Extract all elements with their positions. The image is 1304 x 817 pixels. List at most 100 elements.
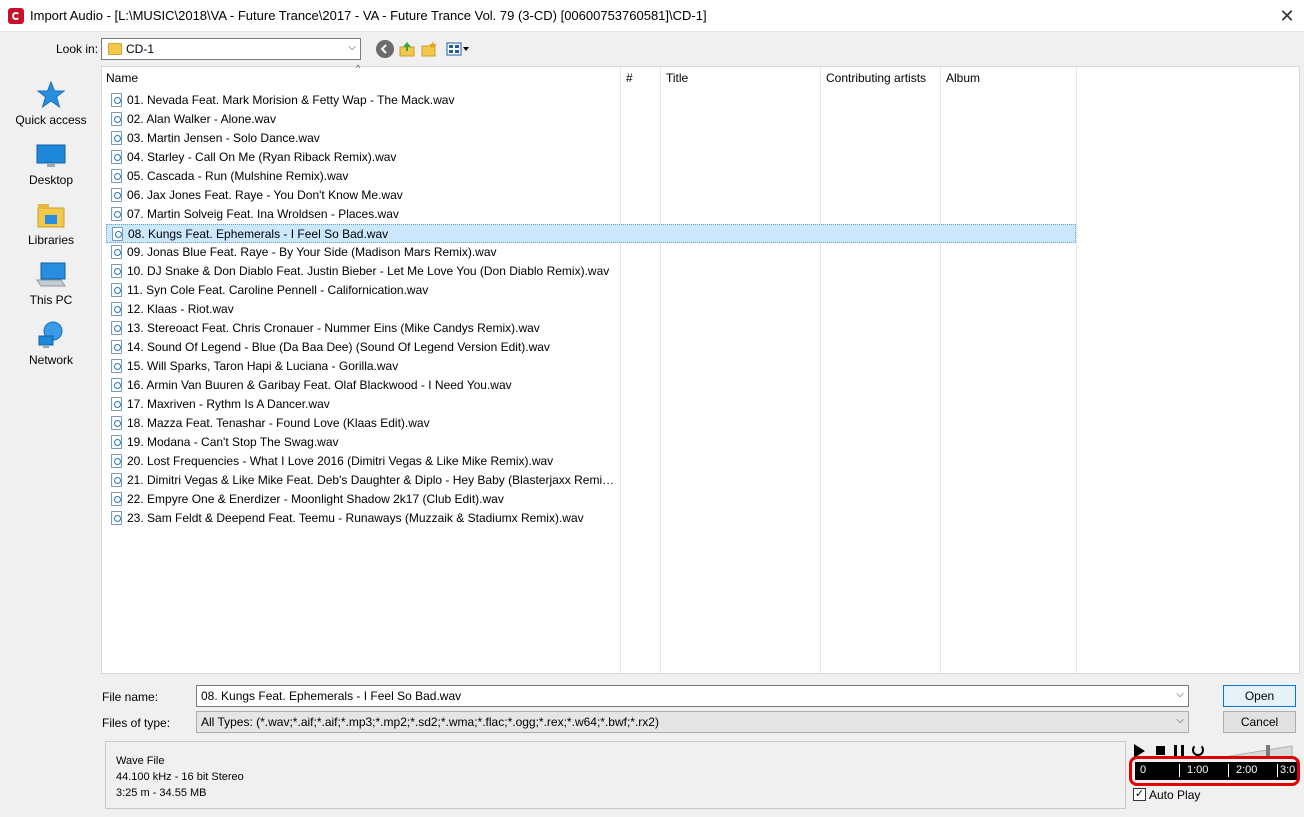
file-list[interactable]: Name ^ # Title Contributing artists Albu… (101, 63, 1300, 674)
audio-file-icon (111, 511, 122, 525)
file-row[interactable]: 07. Martin Solveig Feat. Ina Wroldsen - … (106, 205, 1076, 224)
file-name-text: 13. Stereoact Feat. Chris Cronauer - Num… (127, 321, 540, 335)
file-row[interactable]: 22. Empyre One & Enerdizer - Moonlight S… (106, 490, 1076, 509)
file-row[interactable]: 04. Starley - Call On Me (Ryan Riback Re… (106, 148, 1076, 167)
chevron-down-icon: ⌵ (1176, 715, 1184, 726)
auto-play-checkbox[interactable]: ✓ (1133, 788, 1146, 801)
up-folder-icon[interactable] (398, 40, 416, 58)
audio-file-icon (111, 492, 122, 506)
file-row[interactable]: 13. Stereoact Feat. Chris Cronauer - Num… (106, 319, 1076, 338)
file-name-text: 09. Jonas Blue Feat. Raye - By Your Side… (127, 245, 497, 259)
audio-file-icon (111, 302, 122, 316)
cancel-button[interactable]: Cancel (1223, 711, 1296, 733)
network-icon (35, 320, 67, 350)
title-bar: Import Audio - [L:\MUSIC\2018\VA - Futur… (0, 0, 1304, 32)
place-this-pc[interactable]: This PC (4, 252, 98, 312)
audio-file-icon (111, 473, 122, 487)
file-name-text: 12. Klaas - Riot.wav (127, 302, 234, 316)
view-menu-icon[interactable] (446, 40, 470, 58)
file-type-info: Wave File (116, 755, 165, 767)
file-name-text: 23. Sam Feldt & Deepend Feat. Teemu - Ru… (127, 511, 584, 525)
auto-play-label: Auto Play (1149, 788, 1201, 802)
place-quick-access[interactable]: Quick access (4, 72, 98, 132)
file-name-text: 10. DJ Snake & Don Diablo Feat. Justin B… (127, 264, 610, 278)
file-row[interactable]: 11. Syn Cole Feat. Caroline Pennell - Ca… (106, 281, 1076, 300)
file-row[interactable]: 03. Martin Jensen - Solo Dance.wav (106, 129, 1076, 148)
file-name-text: 18. Mazza Feat. Tenashar - Found Love (K… (127, 416, 430, 430)
audio-file-icon (111, 207, 122, 221)
audio-file-icon (111, 131, 122, 145)
new-folder-icon[interactable] (420, 40, 438, 58)
libraries-icon (35, 200, 67, 230)
file-row[interactable]: 16. Armin Van Buuren & Garibay Feat. Ola… (106, 376, 1076, 395)
column-header-contributing-artists[interactable]: Contributing artists (826, 71, 926, 85)
files-of-type-value: All Types: (*.wav;*.aif;*.aif;*.mp3;*.mp… (201, 715, 659, 729)
file-row[interactable]: 01. Nevada Feat. Mark Morision & Fetty W… (106, 91, 1076, 110)
file-row[interactable]: 05. Cascada - Run (Mulshine Remix).wav (106, 167, 1076, 186)
audio-file-icon (111, 169, 122, 183)
open-button[interactable]: Open (1223, 685, 1296, 707)
audio-file-icon (111, 397, 122, 411)
file-row[interactable]: 06. Jax Jones Feat. Raye - You Don't Kno… (106, 186, 1076, 205)
column-header-name[interactable]: Name (106, 71, 138, 85)
audio-file-icon (111, 264, 122, 278)
file-row[interactable]: 15. Will Sparks, Taron Hapi & Luciana - … (106, 357, 1076, 376)
file-name-text: 20. Lost Frequencies - What I Love 2016 … (127, 454, 554, 468)
file-row[interactable]: 21. Dimitri Vegas & Like Mike Feat. Deb'… (106, 471, 1076, 490)
file-name-value: 08. Kungs Feat. Ephemerals - I Feel So B… (201, 689, 462, 703)
file-row[interactable]: 23. Sam Feldt & Deepend Feat. Teemu - Ru… (106, 509, 1076, 528)
computer-icon (35, 260, 67, 290)
file-name-text: 17. Maxriven - Rythm Is A Dancer.wav (127, 397, 330, 411)
files-of-type-select[interactable]: All Types: (*.wav;*.aif;*.aif;*.mp3;*.mp… (196, 711, 1189, 733)
file-name-text: 19. Modana - Can't Stop The Swag.wav (127, 435, 339, 449)
file-name-text: 15. Will Sparks, Taron Hapi & Luciana - … (127, 359, 399, 373)
stop-icon[interactable] (1156, 746, 1165, 755)
file-row[interactable]: 08. Kungs Feat. Ephemerals - I Feel So B… (106, 224, 1076, 243)
look-in-value: CD-1 (126, 42, 155, 56)
file-name-field[interactable]: 08. Kungs Feat. Ephemerals - I Feel So B… (196, 685, 1189, 707)
file-row[interactable]: 09. Jonas Blue Feat. Raye - By Your Side… (106, 243, 1076, 262)
audio-file-icon (111, 321, 122, 335)
column-header-title[interactable]: Title (666, 71, 688, 85)
look-in-label: Look in: (56, 42, 99, 56)
star-icon (35, 80, 67, 110)
column-header-album[interactable]: Album (946, 71, 980, 85)
place-libraries[interactable]: Libraries (4, 192, 98, 252)
column-header-number[interactable]: # (626, 71, 633, 85)
place-network[interactable]: Network (4, 312, 98, 372)
file-name-text: 06. Jax Jones Feat. Raye - You Don't Kno… (127, 188, 403, 202)
file-name-text: 07. Martin Solveig Feat. Ina Wroldsen - … (127, 207, 399, 221)
file-row[interactable]: 18. Mazza Feat. Tenashar - Found Love (K… (106, 414, 1076, 433)
back-icon[interactable] (376, 40, 394, 58)
file-row[interactable]: 20. Lost Frequencies - What I Love 2016 … (106, 452, 1076, 471)
file-row[interactable]: 14. Sound Of Legend - Blue (Da Baa Dee) … (106, 338, 1076, 357)
file-row[interactable]: 10. DJ Snake & Don Diablo Feat. Justin B… (106, 262, 1076, 281)
sort-caret-icon: ^ (356, 63, 361, 73)
pause-icon[interactable] (1174, 745, 1184, 756)
file-row[interactable]: 02. Alan Walker - Alone.wav (106, 110, 1076, 129)
files-of-type-label: Files of type: (102, 716, 171, 730)
file-name-text: 08. Kungs Feat. Ephemerals - I Feel So B… (128, 227, 389, 241)
chevron-down-icon[interactable]: ⌵ (1176, 689, 1184, 700)
file-row[interactable]: 17. Maxriven - Rythm Is A Dancer.wav (106, 395, 1076, 414)
loop-icon[interactable] (1192, 744, 1204, 756)
file-name-label: File name: (102, 690, 159, 704)
file-name-text: 05. Cascada - Run (Mulshine Remix).wav (127, 169, 349, 183)
file-row[interactable]: 12. Klaas - Riot.wav (106, 300, 1076, 319)
close-button[interactable]: ✕ (1270, 0, 1304, 32)
file-row[interactable]: 19. Modana - Can't Stop The Swag.wav (106, 433, 1076, 452)
look-in-combo[interactable]: CD-1 ⌵ (101, 38, 361, 60)
place-desktop[interactable]: Desktop (4, 132, 98, 192)
audio-format-info: 44.100 kHz - 16 bit Stereo (116, 771, 244, 783)
app-logo-icon (8, 8, 24, 24)
file-name-text: 21. Dimitri Vegas & Like Mike Feat. Deb'… (127, 473, 617, 487)
file-name-text: 04. Starley - Call On Me (Ryan Riback Re… (127, 150, 397, 164)
file-name-text: 22. Empyre One & Enerdizer - Moonlight S… (127, 492, 504, 506)
file-info-panel: Wave File 44.100 kHz - 16 bit Stereo 3:2… (105, 741, 1126, 809)
audio-file-icon (111, 359, 122, 373)
audio-file-icon (111, 93, 122, 107)
audio-file-icon (111, 378, 122, 392)
folder-icon (108, 43, 122, 55)
audio-file-icon (111, 188, 122, 202)
file-name-text: 11. Syn Cole Feat. Caroline Pennell - Ca… (127, 283, 429, 297)
